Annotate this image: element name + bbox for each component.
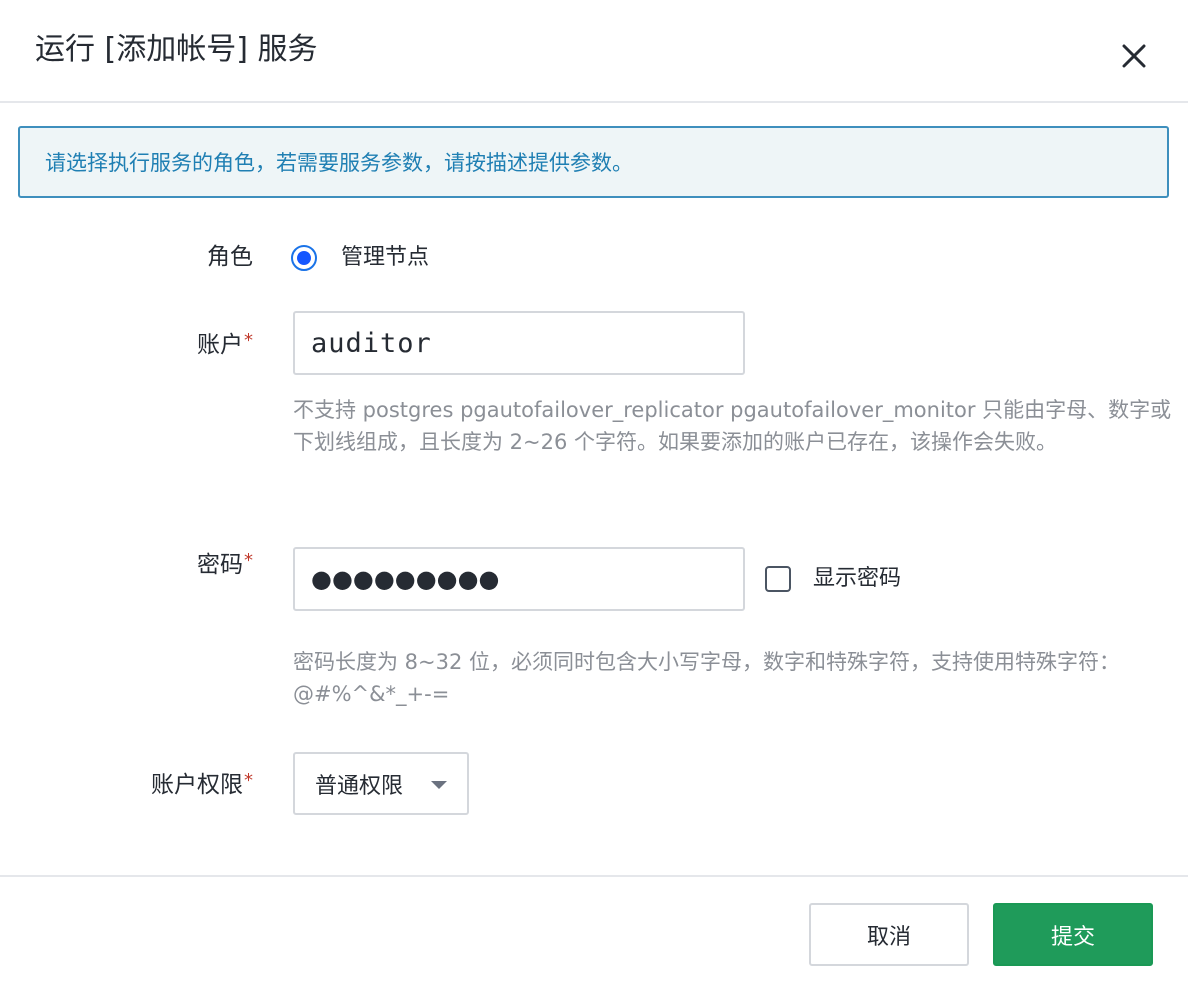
- close-icon: [1122, 44, 1146, 68]
- required-mark: *: [244, 330, 253, 351]
- dialog-title: 运行 [添加帐号] 服务: [35, 32, 318, 67]
- show-password-checkbox[interactable]: [765, 566, 791, 592]
- dialog-footer: 取消 提交: [0, 875, 1188, 982]
- role-label-text: 角色: [207, 244, 253, 270]
- radio-selected-dot: [297, 251, 311, 265]
- password-label-text: 密码: [197, 552, 243, 578]
- cancel-button[interactable]: 取消: [809, 903, 969, 966]
- account-input[interactable]: auditor: [293, 311, 745, 375]
- account-label: 账户*: [197, 330, 253, 360]
- role-label: 角色: [207, 242, 253, 272]
- show-password-toggle[interactable]: 显示密码: [765, 563, 901, 595]
- show-password-label: 显示密码: [813, 566, 902, 591]
- permission-label-text: 账户权限: [151, 772, 243, 798]
- role-option-label: 管理节点: [341, 245, 430, 270]
- required-mark: *: [244, 770, 253, 791]
- permission-label: 账户权限*: [151, 770, 253, 800]
- permission-select-value: 普通权限: [315, 773, 404, 799]
- password-label: 密码*: [197, 550, 253, 580]
- password-masked-value: ●●●●●●●●●: [311, 565, 500, 593]
- submit-button[interactable]: 提交: [993, 903, 1153, 966]
- role-radio-manager-node[interactable]: 管理节点: [291, 243, 429, 273]
- account-label-text: 账户: [197, 332, 243, 358]
- password-help-text: 密码长度为 8~32 位，必须同时包含大小写字母，数字和特殊字符，支持使用特殊字…: [293, 650, 1121, 706]
- info-text: 请选择执行服务的角色，若需要服务参数，请按描述提供参数。: [45, 151, 633, 175]
- info-banner: 请选择执行服务的角色，若需要服务参数，请按描述提供参数。: [18, 126, 1169, 198]
- dialog-header: 运行 [添加帐号] 服务: [0, 0, 1188, 103]
- close-button[interactable]: [1114, 36, 1154, 76]
- required-mark: *: [244, 550, 253, 571]
- password-input[interactable]: ●●●●●●●●●: [293, 547, 745, 611]
- account-input-value: auditor: [311, 327, 432, 359]
- run-service-dialog: 运行 [添加帐号] 服务 请选择执行服务的角色，若需要服务参数，请按描述提供参数…: [0, 0, 1188, 982]
- radio-button[interactable]: [291, 245, 317, 271]
- permission-select[interactable]: 普通权限: [293, 752, 469, 815]
- account-help-text: 不支持 postgres pgautofailover_replicator p…: [293, 398, 1172, 454]
- caret-down-icon: [431, 781, 447, 789]
